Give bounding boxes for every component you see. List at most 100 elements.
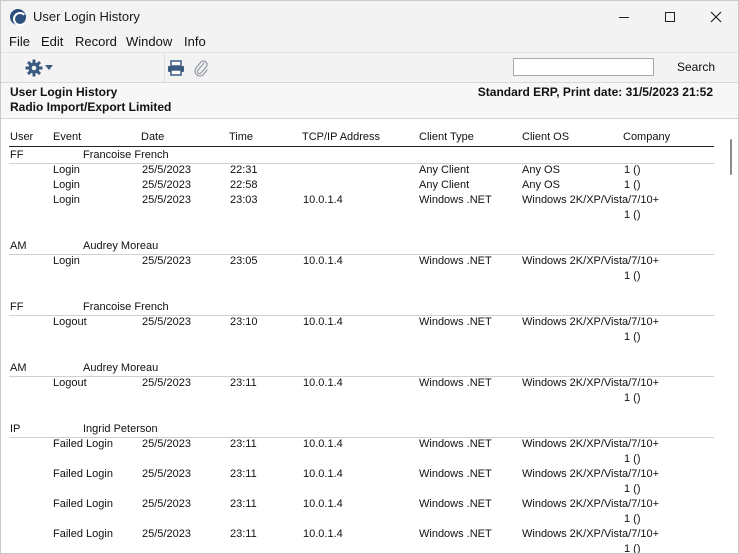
table-row[interactable]: Failed Login 25/5/2023 23:11 10.0.1.4 Window… [1, 468, 724, 495]
client-os-cell: Windows 2K/XP/Vista/7/10+ [522, 377, 660, 389]
gear-icon [25, 59, 43, 77]
column-header-ip: TCP/IP Address [302, 131, 381, 143]
date-cell: 25/5/2023 [142, 498, 191, 510]
company-cell: 1 () [624, 392, 641, 404]
ip-cell: 10.0.1.4 [303, 194, 343, 206]
column-header-date: Date [141, 131, 165, 143]
column-header-company: Company [623, 131, 671, 143]
print-icon[interactable] [167, 60, 185, 76]
table-row[interactable]: Login 25/5/2023 23:03 10.0.1.4 Windows .NET W… [1, 194, 724, 221]
column-headers: User Event Date Time TCP/IP Address Clie… [1, 131, 724, 147]
client-type-cell: Any Client [419, 164, 470, 176]
client-type-cell: Windows .NET [419, 528, 492, 540]
table-row[interactable]: Login 25/5/2023 23:05 10.0.1.4 Windows .NET W… [1, 255, 724, 282]
date-cell: 25/5/2023 [142, 164, 191, 176]
table-row[interactable]: Login 25/5/2023 22:31 Any Client Any OS 1 () [1, 164, 724, 180]
time-cell: 23:11 [230, 498, 257, 510]
app-logo-icon [10, 9, 27, 26]
maximize-button[interactable] [647, 1, 693, 32]
event-cell: Login [53, 164, 80, 176]
report-title: User Login History [10, 85, 118, 99]
column-header-user: User [10, 131, 34, 143]
client-os-cell: Any OS [522, 164, 560, 176]
time-cell: 23:11 [230, 528, 257, 540]
toolbar: Search [1, 52, 738, 83]
user-code: FF [10, 301, 24, 313]
user-code: AM [10, 240, 27, 252]
ip-cell: 10.0.1.4 [303, 498, 343, 510]
ip-cell: 10.0.1.4 [303, 377, 343, 389]
maximize-icon [665, 11, 675, 22]
client-type-cell: Windows .NET [419, 255, 492, 267]
event-cell: Logout [53, 316, 87, 328]
report-header: User Login History Radio Import/Export L… [1, 83, 738, 119]
vertical-scrollbar[interactable] [724, 119, 738, 553]
user-name: Audrey Moreau [83, 362, 159, 374]
time-cell: 23:05 [230, 255, 258, 267]
user-name: Francoise French [83, 301, 169, 313]
client-os-cell: Windows 2K/XP/Vista/7/10+ [522, 528, 660, 540]
company-cell: 1 () [624, 270, 641, 282]
search-input[interactable] [513, 58, 654, 76]
client-os-cell: Windows 2K/XP/Vista/7/10+ [522, 255, 660, 267]
close-icon [710, 11, 722, 22]
operations-menu-button[interactable] [25, 59, 55, 77]
time-cell: 23:03 [230, 194, 258, 206]
company-cell: 1 () [624, 543, 641, 554]
search-button[interactable]: Search [677, 60, 715, 74]
title-bar[interactable]: User Login History [1, 1, 738, 32]
client-type-cell: Any Client [419, 179, 470, 191]
company-cell: 1 () [624, 453, 641, 465]
menu-record[interactable]: Record [75, 34, 117, 49]
window-title: User Login History [33, 9, 140, 24]
header-divider [9, 146, 714, 147]
user-code: AM [10, 362, 27, 374]
user-name: Francoise French [83, 149, 169, 161]
table-row[interactable]: Failed Login 25/5/2023 23:11 10.0.1.4 Window… [1, 498, 724, 525]
report-company: Radio Import/Export Limited [10, 100, 172, 114]
menu-file[interactable]: File [9, 34, 30, 49]
event-cell: Failed Login [53, 438, 113, 450]
ip-cell: 10.0.1.4 [303, 468, 343, 480]
menu-window[interactable]: Window [126, 34, 172, 49]
client-os-cell: Any OS [522, 179, 560, 191]
client-type-cell: Windows .NET [419, 377, 492, 389]
client-os-cell: Windows 2K/XP/Vista/7/10+ [522, 194, 660, 206]
date-cell: 25/5/2023 [142, 528, 191, 540]
time-cell: 23:11 [230, 377, 257, 389]
chevron-down-icon [45, 65, 53, 70]
menu-info[interactable]: Info [184, 34, 206, 49]
scrollbar-thumb[interactable] [730, 139, 732, 175]
user-name: Audrey Moreau [83, 240, 159, 252]
print-info: Standard ERP, Print date: 31/5/2023 21:5… [477, 85, 713, 99]
table-row[interactable]: Failed Login 25/5/2023 23:11 10.0.1.4 Window… [1, 438, 724, 465]
date-cell: 25/5/2023 [142, 468, 191, 480]
close-button[interactable] [693, 1, 738, 32]
table-row[interactable]: Failed Login 25/5/2023 23:11 10.0.1.4 Window… [1, 528, 724, 553]
toolbar-divider [164, 53, 165, 83]
client-os-cell: Windows 2K/XP/Vista/7/10+ [522, 316, 660, 328]
date-cell: 25/5/2023 [142, 438, 191, 450]
date-cell: 25/5/2023 [142, 377, 191, 389]
date-cell: 25/5/2023 [142, 255, 191, 267]
minimize-button[interactable] [601, 1, 647, 32]
table-row[interactable]: Login 25/5/2023 22:58 Any Client Any OS 1 () [1, 179, 724, 195]
table-row[interactable]: Logout 25/5/2023 23:10 10.0.1.4 Windows .NET… [1, 316, 724, 343]
time-cell: 23:11 [230, 468, 257, 480]
user-name: Ingrid Peterson [83, 423, 158, 435]
table-row[interactable]: Logout 25/5/2023 23:11 10.0.1.4 Windows .NET… [1, 377, 724, 404]
date-cell: 25/5/2023 [142, 179, 191, 191]
time-cell: 22:58 [230, 179, 258, 191]
company-cell: 1 () [624, 209, 641, 221]
event-cell: Failed Login [53, 528, 113, 540]
client-type-cell: Windows .NET [419, 438, 492, 450]
menu-bar: File Edit Record Window Info [1, 32, 738, 52]
company-cell: 1 () [624, 179, 641, 191]
column-header-event: Event [53, 131, 82, 143]
ip-cell: 10.0.1.4 [303, 528, 343, 540]
menu-edit[interactable]: Edit [41, 34, 63, 49]
event-cell: Failed Login [53, 468, 113, 480]
user-code: FF [10, 149, 24, 161]
company-cell: 1 () [624, 164, 641, 176]
attachment-icon[interactable] [193, 59, 209, 77]
